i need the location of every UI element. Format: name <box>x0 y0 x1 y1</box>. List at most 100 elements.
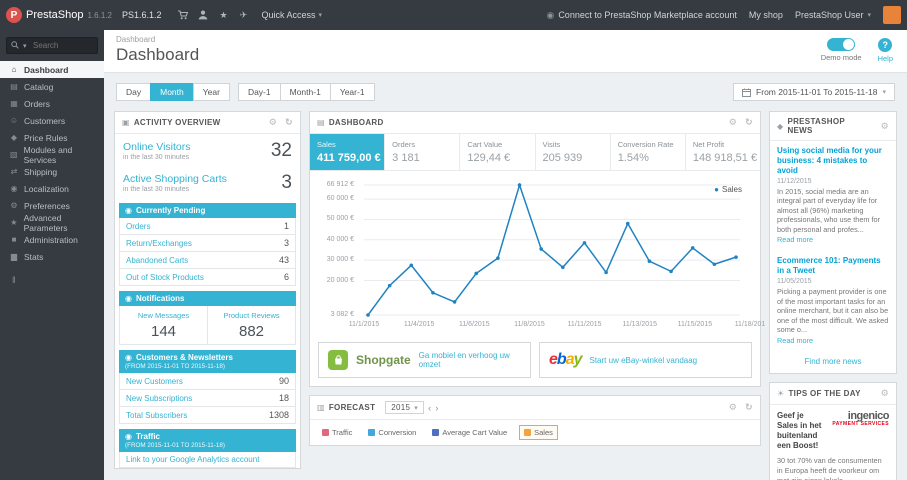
read-more-link[interactable]: Read more <box>777 336 813 345</box>
storefront-icon[interactable] <box>173 0 193 30</box>
forecast-next-icon[interactable]: › <box>435 403 438 413</box>
panel-refresh-icon[interactable]: ↻ <box>745 402 753 413</box>
filter-month-1-button[interactable]: Month-1 <box>279 83 331 101</box>
news-article-title[interactable]: Ecommerce 101: Payments in a Tweet <box>777 256 889 276</box>
panel-settings-icon[interactable]: ⚙ <box>729 117 737 128</box>
customers-newsletters-header[interactable]: ◉ Customers & Newsletters (FROM 2015-11-0… <box>119 350 296 373</box>
trophy-icon[interactable]: ★ <box>213 0 233 30</box>
section-title: Customers & Newsletters <box>135 353 233 362</box>
quick-access-menu[interactable]: Quick Access ▾ <box>261 10 322 20</box>
kpi-value: 205 939 <box>542 152 583 164</box>
sales-line-chart[interactable] <box>364 181 740 319</box>
sidebar-item-label: Administration <box>24 234 78 245</box>
cell-link[interactable]: Product Reviews <box>223 311 279 320</box>
active-carts-metric: Active Shopping Carts in the last 30 min… <box>115 166 300 198</box>
ebay-promo[interactable]: ebay Start uw eBay-winkel vandaag <box>539 342 752 378</box>
sidebar-item-label: Advanced Parameters <box>23 212 68 233</box>
ebay-letter: e <box>549 351 558 368</box>
sidebar-item-price-rules[interactable]: ◆ Price Rules <box>0 129 104 146</box>
marketplace-link[interactable]: ◉ Connect to PrestaShop Marketplace acco… <box>546 10 736 21</box>
sidebar-item-orders[interactable]: ▦ Orders <box>0 95 104 112</box>
news-article-title[interactable]: Using social media for your business: 4 … <box>777 146 889 176</box>
google-analytics-link[interactable]: Link to your Google Analytics account <box>126 455 259 464</box>
chevron-down-icon: ▾ <box>414 404 419 412</box>
my-shop-link[interactable]: My shop <box>749 10 783 20</box>
prestashop-logo[interactable]: P PrestaShop 1.6.1.2 <box>6 7 112 23</box>
cell-link[interactable]: New Messages <box>138 311 189 320</box>
shopgate-promo-link[interactable]: Ga mobiel en verhoog uw omzet <box>419 351 521 369</box>
help-label[interactable]: Help <box>878 54 893 63</box>
forecast-prev-icon[interactable]: ‹ <box>428 403 431 413</box>
currently-pending-header[interactable]: ◉ Currently Pending <box>119 203 296 218</box>
kpi-cart-value-tab[interactable]: Cart Value 129,44 € <box>459 134 534 170</box>
row-link[interactable]: New Subscriptions <box>126 394 192 403</box>
traffic-header[interactable]: ◉ Traffic (FROM 2015-11-01 TO 2015-11-18) <box>119 429 296 452</box>
news-article-excerpt: Picking a payment provider is one of the… <box>777 287 889 335</box>
read-more-link[interactable]: Read more <box>777 235 813 244</box>
panel-settings-icon[interactable]: ⚙ <box>881 388 889 399</box>
row-link[interactable]: Total Subscribers <box>126 411 187 420</box>
avatar[interactable] <box>883 6 901 24</box>
shop-name[interactable]: PS1.6.1.2 <box>122 10 162 20</box>
kpi-visits-tab[interactable]: Visits 205 939 <box>534 134 610 170</box>
row-link[interactable]: Out of Stock Products <box>126 273 204 282</box>
kpi-net-profit-tab[interactable]: Net Profit 148 918,51 € <box>684 134 760 170</box>
filter-year-1-button[interactable]: Year-1 <box>329 83 375 101</box>
search-input[interactable] <box>6 37 98 54</box>
forecast-legend-conversion[interactable]: Conversion <box>364 426 420 439</box>
kpi-orders-tab[interactable]: Orders 3 181 <box>384 134 459 170</box>
filter-month-button[interactable]: Month <box>150 83 194 101</box>
kpi-sales-tab[interactable]: Sales 411 759,00 € <box>310 134 385 170</box>
sidebar-item-catalog[interactable]: ▤ Catalog <box>0 78 104 95</box>
active-carts-link[interactable]: Active Shopping Carts <box>123 173 227 185</box>
news-article: Ecommerce 101: Payments in a Tweet 11/05… <box>770 251 896 351</box>
kpi-conversion-rate-tab[interactable]: Conversion Rate 1.54% <box>609 134 685 170</box>
sidebar-collapse-button[interactable]: ‖ <box>0 275 104 285</box>
sidebar-item-advanced-parameters[interactable]: ★ Advanced Parameters <box>0 212 104 233</box>
notifications-header[interactable]: ◉ Notifications <box>119 291 296 306</box>
forecast-legend-traffic[interactable]: Traffic <box>318 426 356 439</box>
sidebar-item-modules[interactable]: ▧ Modules and Services <box>0 145 104 165</box>
panel-refresh-icon[interactable]: ↻ <box>745 117 753 128</box>
news-article-date: 11/12/2015 <box>777 178 812 185</box>
search-scope-caret-icon[interactable]: ▾ <box>23 42 27 50</box>
sidebar-item-dashboard[interactable]: ⌂ Dashboard <box>0 61 104 78</box>
breadcrumb[interactable]: Dashboard <box>116 35 895 44</box>
row-link[interactable]: Return/Exchanges <box>126 239 192 248</box>
user-menu[interactable]: PrestaShop User ▾ <box>795 10 871 20</box>
panel-settings-icon[interactable]: ⚙ <box>729 402 737 413</box>
panel-settings-icon[interactable]: ⚙ <box>881 121 889 132</box>
profile-icon[interactable] <box>193 0 213 30</box>
row-link[interactable]: Abandoned Carts <box>126 256 188 265</box>
new-messages-cell[interactable]: New Messages 144 <box>120 306 207 344</box>
filter-day-1-button[interactable]: Day-1 <box>237 83 281 101</box>
forecast-legend-sales[interactable]: Sales <box>519 425 558 440</box>
product-reviews-cell[interactable]: Product Reviews 882 <box>207 306 295 344</box>
panel-settings-icon[interactable]: ⚙ <box>269 117 277 128</box>
forecast-legend-average-cart-value[interactable]: Average Cart Value <box>428 426 511 439</box>
row-link[interactable]: Orders <box>126 222 150 231</box>
ebay-promo-link[interactable]: Start uw eBay-winkel vandaag <box>590 356 698 365</box>
help-icon[interactable]: ? <box>878 38 893 52</box>
sidebar-item-stats[interactable]: ▆ Stats <box>0 248 104 265</box>
filter-year-button[interactable]: Year <box>192 83 230 101</box>
panel-refresh-icon[interactable]: ↻ <box>285 117 293 128</box>
online-visitors-link[interactable]: Online Visitors <box>123 141 191 153</box>
kpi-value: 411 759,00 € <box>317 152 381 164</box>
rocket-icon[interactable]: ✈ <box>233 0 253 30</box>
sidebar-item-shipping[interactable]: ⇄ Shipping <box>0 163 104 180</box>
sidebar-item-administration[interactable]: ■ Administration <box>0 231 104 248</box>
row-link[interactable]: New Customers <box>126 377 183 386</box>
demo-mode-toggle[interactable] <box>827 38 856 51</box>
forecast-year-select[interactable]: 2015 ▾ <box>385 401 425 414</box>
clock-icon: ◉ <box>125 206 132 215</box>
find-more-news-link[interactable]: Find more news <box>770 352 896 373</box>
shopgate-promo[interactable]: Shopgate Ga mobiel en verhoog uw omzet <box>318 342 531 378</box>
globe-icon: ◉ <box>10 184 18 193</box>
date-range-picker[interactable]: From 2015-11-01 To 2015-11-18 ▾ <box>733 83 895 101</box>
sidebar-item-preferences[interactable]: ⚙ Preferences <box>0 197 104 214</box>
sidebar-item-localization[interactable]: ◉ Localization <box>0 180 104 197</box>
filter-day-button[interactable]: Day <box>116 83 152 101</box>
sidebar-item-customers[interactable]: ☺ Customers <box>0 112 104 129</box>
prestashop-logo-icon: P <box>6 7 22 23</box>
